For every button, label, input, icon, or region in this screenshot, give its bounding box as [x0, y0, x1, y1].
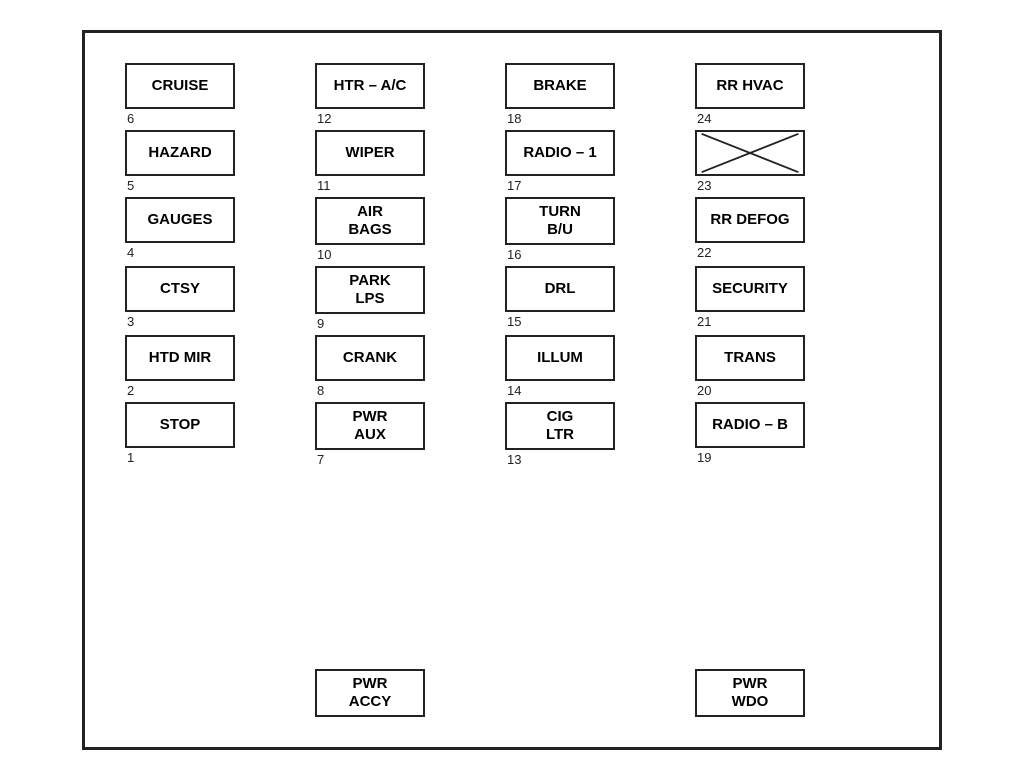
fuse-cell-3-0: CTSY 3: [125, 266, 315, 333]
fuse-cell-5-1: PWRAUX 7: [315, 402, 505, 471]
fuse-number-24: 24: [695, 111, 711, 126]
fuse-label-RADIO--B: RADIO – B: [695, 402, 805, 448]
fuse-cell-1-2: RADIO – 1 17: [505, 130, 695, 197]
empty-fuse-x: [695, 130, 805, 176]
fuse-label-CIG-LTR: CIGLTR: [505, 402, 615, 450]
fuse-cell-3-3: SECURITY 21: [695, 266, 885, 333]
fuse-number-19: 19: [695, 450, 711, 465]
fuse-cell-3-1: PARKLPS 9: [315, 266, 505, 335]
fuse-number-5: 5: [125, 178, 134, 193]
fuse-number-7: 7: [315, 452, 324, 467]
fuse-number-8: 8: [315, 383, 324, 398]
fuse-number-13: 13: [505, 452, 521, 467]
fuse-grid: CRUISE6HTR – A/C12BRAKE18RR HVAC24HAZARD…: [125, 63, 899, 663]
fuse-number-12: 12: [315, 111, 331, 126]
fuse-label-BRAKE: BRAKE: [505, 63, 615, 109]
fuse-number-14: 14: [505, 383, 521, 398]
fuse-label-WIPER: WIPER: [315, 130, 425, 176]
fuse-label-CTSY: CTSY: [125, 266, 235, 312]
fuse-cell-2-0: GAUGES 4: [125, 197, 315, 264]
fuse-cell-1-1: WIPER 11: [315, 130, 505, 197]
fuse-number-3: 3: [125, 314, 134, 329]
fuse-label-RR-DEFOG: RR DEFOG: [695, 197, 805, 243]
bottom-fuse-label-PWR-ACCY: PWRACCY: [315, 669, 425, 717]
fuse-number-6: 6: [125, 111, 134, 126]
fuse-label-STOP: STOP: [125, 402, 235, 448]
fuse-number-15: 15: [505, 314, 521, 329]
fuse-row-0: CRUISE 6 HTR – A/C 12 BRAKE 18 RR HVAC 24: [125, 63, 899, 130]
fuse-cell-1-0: HAZARD 5: [125, 130, 315, 197]
bottom-cell-0: [125, 669, 315, 717]
fuse-label-GAUGES: GAUGES: [125, 197, 235, 243]
fuse-number-18: 18: [505, 111, 521, 126]
fuse-cell-1-3: 23: [695, 130, 885, 197]
bottom-fuses-row: PWRACCY PWRWDO: [125, 669, 899, 717]
fuse-label-CRUISE: CRUISE: [125, 63, 235, 109]
fuse-number-1: 1: [125, 450, 134, 465]
fuse-label-TRANS: TRANS: [695, 335, 805, 381]
fuse-cell-2-1: AIRBAGS 10: [315, 197, 505, 266]
fuse-label-RR-HVAC: RR HVAC: [695, 63, 805, 109]
fuse-label-HTR--AC: HTR – A/C: [315, 63, 425, 109]
fuse-cell-2-3: RR DEFOG 22: [695, 197, 885, 264]
fuse-label-AIR-BAGS: AIRBAGS: [315, 197, 425, 245]
fuse-row-4: HTD MIR 2 CRANK 8 ILLUM 14 TRANS 20: [125, 335, 899, 402]
fuse-number-22: 22: [695, 245, 711, 260]
fuse-box-diagram: CRUISE6HTR – A/C12BRAKE18RR HVAC24HAZARD…: [82, 30, 942, 750]
fuse-label-TURN-BU: TURNB/U: [505, 197, 615, 245]
fuse-cell-3-2: DRL 15: [505, 266, 695, 333]
fuse-number-4: 4: [125, 245, 134, 260]
bottom-cell-1: PWRACCY: [315, 669, 505, 717]
fuse-label-PARK-LPS: PARKLPS: [315, 266, 425, 314]
fuse-cell-0-3: RR HVAC 24: [695, 63, 885, 130]
fuse-cell-5-0: STOP 1: [125, 402, 315, 469]
fuse-label-ILLUM: ILLUM: [505, 335, 615, 381]
fuse-number-16: 16: [505, 247, 521, 262]
fuse-label-SECURITY: SECURITY: [695, 266, 805, 312]
fuse-cell-0-0: CRUISE 6: [125, 63, 315, 130]
fuse-number-11: 11: [315, 178, 331, 193]
fuse-label-DRL: DRL: [505, 266, 615, 312]
fuse-label-HAZARD: HAZARD: [125, 130, 235, 176]
fuse-cell-0-2: BRAKE 18: [505, 63, 695, 130]
fuse-row-2: GAUGES 4 AIRBAGS 10 TURNB/U 16 RR DEFOG 22: [125, 197, 899, 266]
bottom-fuse-label-PWR-WDO: PWRWDO: [695, 669, 805, 717]
fuse-cell-5-3: RADIO – B 19: [695, 402, 885, 469]
fuse-number-20: 20: [695, 383, 711, 398]
fuse-label-PWR-AUX: PWRAUX: [315, 402, 425, 450]
fuse-number-23: 23: [695, 178, 711, 193]
fuse-number-9: 9: [315, 316, 324, 331]
fuse-cell-5-2: CIGLTR 13: [505, 402, 695, 471]
bottom-cell-2: [505, 669, 695, 717]
fuse-number-21: 21: [695, 314, 711, 329]
fuse-cell-4-1: CRANK 8: [315, 335, 505, 402]
fuse-number-2: 2: [125, 383, 134, 398]
fuse-row-3: CTSY 3 PARKLPS 9 DRL 15 SECURITY 21: [125, 266, 899, 335]
fuse-cell-4-3: TRANS 20: [695, 335, 885, 402]
fuse-cell-2-2: TURNB/U 16: [505, 197, 695, 266]
fuse-row-5: STOP 1 PWRAUX 7 CIGLTR 13 RADIO – B 19: [125, 402, 899, 471]
fuse-label-HTD-MIR: HTD MIR: [125, 335, 235, 381]
fuse-cell-4-2: ILLUM 14: [505, 335, 695, 402]
fuse-number-17: 17: [505, 178, 521, 193]
fuse-label-RADIO--1: RADIO – 1: [505, 130, 615, 176]
fuse-label-CRANK: CRANK: [315, 335, 425, 381]
fuse-number-10: 10: [315, 247, 331, 262]
fuse-cell-4-0: HTD MIR 2: [125, 335, 315, 402]
bottom-cell-3: PWRWDO: [695, 669, 885, 717]
fuse-cell-0-1: HTR – A/C 12: [315, 63, 505, 130]
fuse-row-1: HAZARD 5 WIPER 11 RADIO – 1 17 23: [125, 130, 899, 197]
